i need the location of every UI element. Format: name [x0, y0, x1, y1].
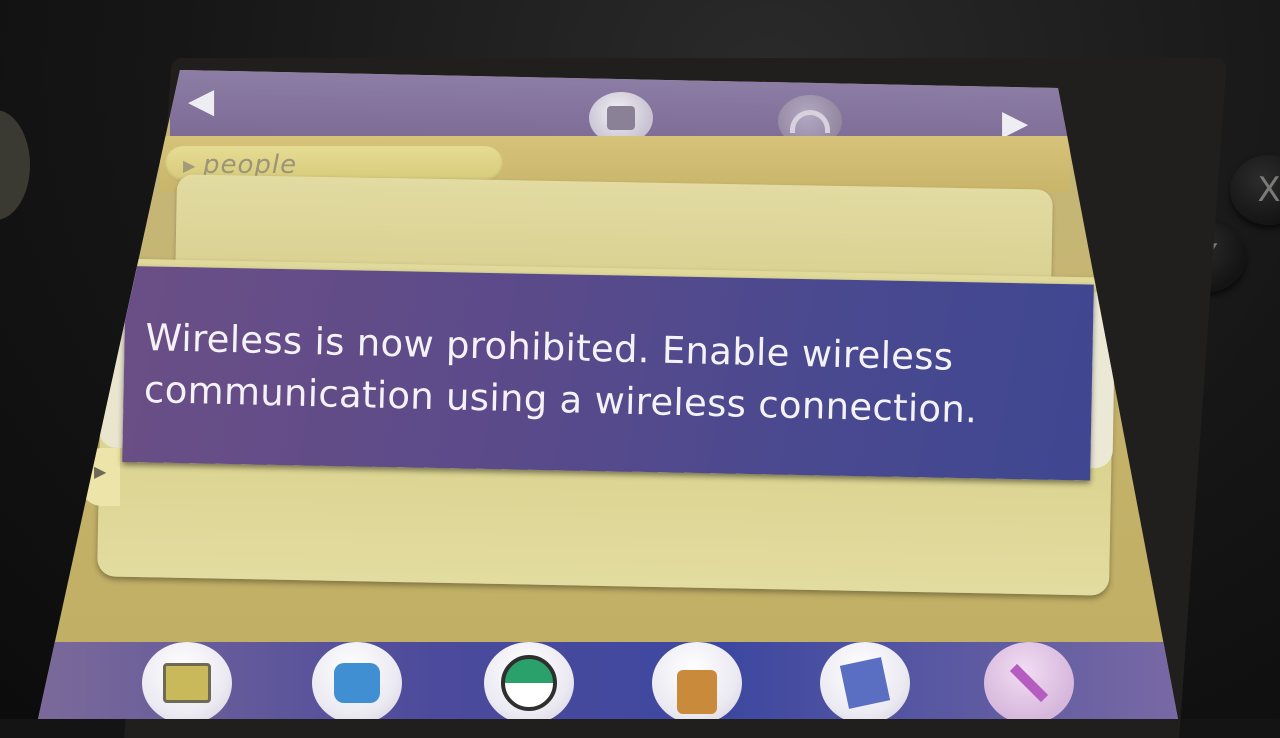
- bag-glyph: [677, 670, 717, 714]
- trade-glyph: [334, 663, 380, 703]
- x-button-label: X: [1257, 170, 1280, 210]
- left-arrow-icon[interactable]: ◀: [188, 84, 214, 118]
- profile-card-glyph: [163, 663, 211, 703]
- pokedex-glyph: [839, 657, 891, 709]
- profile-card-icon[interactable]: [142, 642, 232, 719]
- pokeball-icon[interactable]: [484, 642, 574, 719]
- pokedex-icon[interactable]: [820, 642, 910, 719]
- right-arrow-icon[interactable]: ▶: [1002, 106, 1028, 140]
- pokeball-glyph: [501, 655, 557, 711]
- trade-icon[interactable]: [312, 642, 402, 719]
- tab-arrow-icon: ▶: [183, 156, 196, 175]
- side-tab-arrow-icon: ▶: [94, 462, 107, 481]
- bag-icon[interactable]: [652, 642, 742, 719]
- x-button[interactable]: X: [1230, 155, 1280, 225]
- wifi-glyph: [790, 109, 830, 133]
- settings-glyph: [1009, 663, 1049, 703]
- message-text: Wireless is now prohibited. Enable wirel…: [143, 312, 1045, 438]
- settings-icon[interactable]: [984, 642, 1074, 719]
- notes-glyph: [607, 106, 635, 130]
- device-edge: [0, 110, 30, 220]
